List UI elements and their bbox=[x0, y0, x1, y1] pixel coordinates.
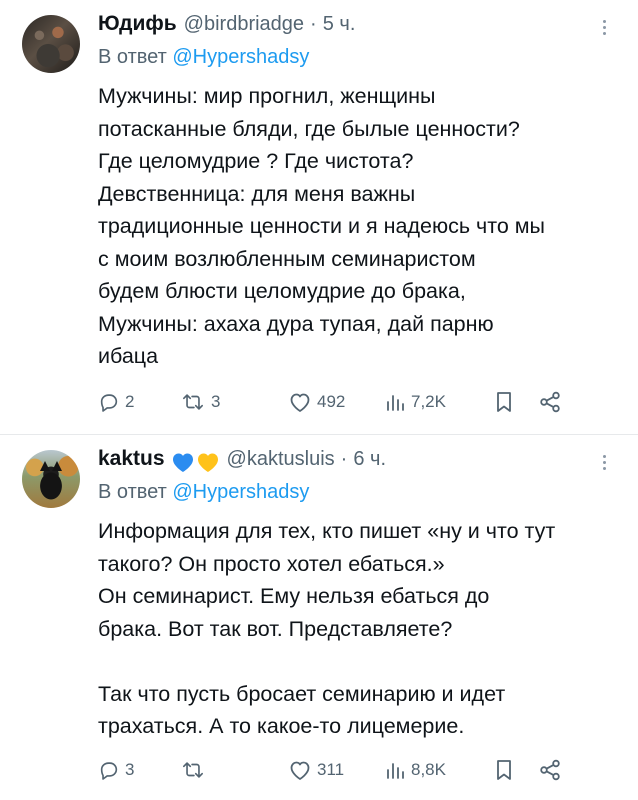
retweet-button[interactable] bbox=[180, 759, 288, 781]
tweet-header: Юдифь @birdbriadge · 5 ч. bbox=[98, 12, 614, 42]
like-icon bbox=[290, 761, 310, 780]
retweet-button[interactable]: 3 bbox=[180, 391, 288, 413]
user-handle[interactable]: @kaktusluis bbox=[227, 448, 335, 471]
share-icon bbox=[540, 759, 560, 781]
timestamp[interactable]: 6 ч. bbox=[353, 448, 386, 471]
bookmark-icon bbox=[497, 760, 511, 780]
reply-icon bbox=[100, 762, 118, 780]
display-name[interactable]: Юдифь bbox=[98, 12, 177, 36]
views-count: 8,8K bbox=[411, 760, 446, 779]
avatar[interactable] bbox=[22, 15, 80, 73]
views-icon bbox=[387, 763, 404, 779]
reply-count: 3 bbox=[125, 760, 135, 779]
reply-button[interactable]: 2 bbox=[98, 391, 180, 413]
reply-button[interactable]: 3 bbox=[98, 759, 180, 781]
reply-prefix: В ответ bbox=[98, 481, 167, 503]
like-button[interactable]: 492 bbox=[288, 391, 384, 413]
reply-mention-link[interactable]: @Hypershadsy bbox=[172, 481, 309, 503]
like-count: 311 bbox=[317, 760, 345, 779]
more-icon[interactable] bbox=[594, 14, 614, 40]
views-button[interactable]: 7,2K bbox=[384, 391, 494, 413]
share-button[interactable] bbox=[538, 390, 568, 414]
retweet-count: 3 bbox=[211, 392, 221, 411]
avatar-column bbox=[22, 447, 84, 800]
tweet-header: kaktus @kaktusluis · 6 ч. bbox=[98, 447, 614, 477]
timestamp[interactable]: 5 ч. bbox=[323, 13, 356, 36]
more-icon[interactable] bbox=[594, 449, 614, 475]
blue-heart-icon bbox=[172, 453, 193, 472]
avatar-column bbox=[22, 12, 84, 434]
avatar[interactable] bbox=[22, 450, 80, 508]
views-count: 7,2K bbox=[411, 392, 446, 411]
views-button[interactable]: 8,8K bbox=[384, 759, 494, 781]
tweet-text: Мужчины: мир прогнил, женщины потасканны… bbox=[98, 84, 545, 368]
name-emojis bbox=[171, 451, 220, 473]
reply-context: В ответ @Hypershadsy bbox=[98, 42, 614, 72]
separator-dot: · bbox=[310, 13, 317, 35]
tweet-actions: 3 311 8,8K bbox=[98, 755, 614, 785]
views-icon bbox=[387, 395, 404, 411]
separator-dot: · bbox=[340, 448, 348, 470]
retweet-icon bbox=[183, 394, 203, 410]
tweet[interactable]: kaktus @kaktusluis · 6 ч. В ответ @Hyper… bbox=[0, 435, 638, 800]
timeline-feed: Юдифь @birdbriadge · 5 ч. В ответ @Hyper… bbox=[0, 0, 638, 800]
share-button[interactable] bbox=[538, 758, 568, 782]
bookmark-icon bbox=[497, 392, 511, 412]
tweet-text: Информация для тех, кто пишет «ну и что … bbox=[98, 519, 556, 738]
tweet-content: kaktus @kaktusluis · 6 ч. В ответ @Hyper… bbox=[84, 447, 614, 800]
like-button[interactable]: 311 bbox=[288, 759, 384, 781]
share-icon bbox=[540, 391, 560, 413]
display-name[interactable]: kaktus bbox=[98, 447, 165, 471]
like-count: 492 bbox=[317, 392, 346, 411]
tweet[interactable]: Юдифь @birdbriadge · 5 ч. В ответ @Hyper… bbox=[0, 0, 638, 434]
retweet-icon bbox=[183, 762, 203, 778]
reply-icon bbox=[100, 394, 118, 412]
reply-count: 2 bbox=[125, 392, 135, 411]
reply-context: В ответ @Hypershadsy bbox=[98, 477, 614, 507]
bookmark-button[interactable] bbox=[494, 758, 538, 782]
yellow-heart-icon bbox=[197, 453, 218, 472]
tweet-content: Юдифь @birdbriadge · 5 ч. В ответ @Hyper… bbox=[84, 12, 614, 434]
bookmark-button[interactable] bbox=[494, 390, 538, 414]
user-handle[interactable]: @birdbriadge bbox=[184, 13, 304, 36]
like-icon bbox=[290, 393, 310, 412]
reply-prefix: В ответ bbox=[98, 46, 167, 68]
tweet-actions: 2 3 492 7,2K bbox=[98, 387, 614, 417]
reply-mention-link[interactable]: @Hypershadsy bbox=[172, 46, 309, 68]
